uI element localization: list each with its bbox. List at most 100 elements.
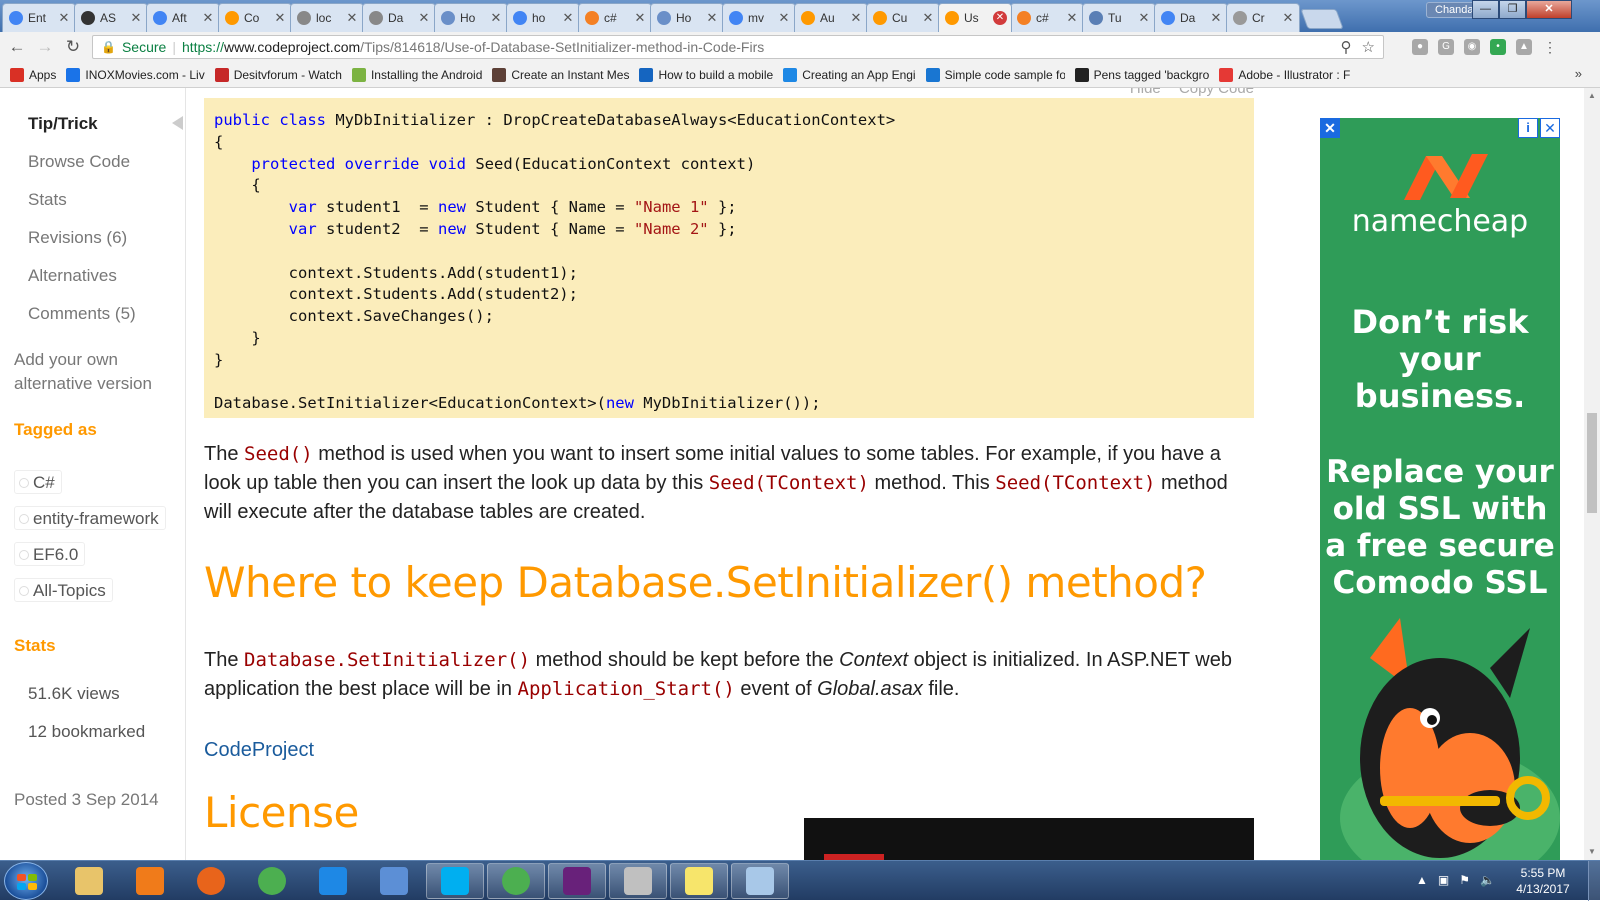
close-tab-icon[interactable]: ✕ <box>201 10 215 26</box>
tag-ef6[interactable]: EF6.0 <box>14 542 86 566</box>
close-tab-icon[interactable]: ✕ <box>273 10 287 26</box>
taskbar-clock[interactable]: 5:55 PM 4/13/2017 <box>1508 865 1578 897</box>
scroll-down-icon[interactable]: ▼ <box>1584 844 1600 860</box>
browser-tab[interactable]: Cr ✕ <box>1226 3 1300 32</box>
new-tab-button[interactable] <box>1300 9 1344 29</box>
browser-tab[interactable]: ho ✕ <box>506 3 580 32</box>
browser-tab[interactable]: Aft ✕ <box>146 3 220 32</box>
tag-csharp[interactable]: C# <box>14 470 62 494</box>
close-tab-icon[interactable]: ✕ <box>489 10 503 26</box>
taskbar-app-button[interactable] <box>487 863 545 899</box>
close-tab-icon[interactable]: ✕ <box>417 10 431 26</box>
browser-tab[interactable]: c# ✕ <box>1010 3 1084 32</box>
browser-tab[interactable]: Cu ✕ <box>866 3 940 32</box>
bookmark-item[interactable]: Pens tagged 'backgro <box>1074 67 1209 82</box>
banner-ad[interactable] <box>804 818 1254 860</box>
zoom-icon[interactable]: ⚲ <box>1341 38 1352 56</box>
volume-tray-icon[interactable]: 🔈 <box>1480 873 1495 887</box>
tag-entity-framework[interactable]: entity-framework <box>14 506 166 530</box>
add-alternative-link[interactable]: Add your own alternative version <box>14 348 182 396</box>
sidebar-ad[interactable]: ✕ i ✕ namecheap Don’t risk your business… <box>1320 118 1560 860</box>
taskbar-app-button[interactable] <box>365 863 423 899</box>
ad-close-icon[interactable]: ✕ <box>1320 118 1340 138</box>
browser-tab[interactable]: Ho ✕ <box>434 3 508 32</box>
browser-tab[interactable]: Co ✕ <box>218 3 292 32</box>
tag-all-topics[interactable]: All-Topics <box>14 578 113 602</box>
network-tray-icon[interactable]: ▣ <box>1438 873 1449 887</box>
browser-tab[interactable]: loc ✕ <box>290 3 364 32</box>
close-tab-icon[interactable]: ✕ <box>1137 10 1151 26</box>
codeproject-link[interactable]: CodeProject <box>204 739 314 762</box>
maximize-button[interactable]: ❐ <box>1499 0 1526 19</box>
browser-tab[interactable]: AS ✕ <box>74 3 148 32</box>
g-extension-icon[interactable]: G <box>1438 39 1454 55</box>
bookmark-item[interactable]: How to build a mobile <box>639 67 773 82</box>
bookmark-item[interactable]: Create an Instant Mes <box>492 67 629 82</box>
browser-tab[interactable]: Ho ✕ <box>650 3 724 32</box>
puzzle-extension-icon[interactable]: ▲ <box>1516 39 1532 55</box>
taskbar-app-button[interactable] <box>670 863 728 899</box>
sidebar-item-tip[interactable]: Tip/Trick <box>28 114 98 134</box>
taskbar-app-button[interactable] <box>182 863 240 899</box>
browser-tab[interactable]: Us ✕ <box>938 3 1012 32</box>
address-bar[interactable]: 🔒 Secure | https://www.codeproject.com/T… <box>92 35 1384 59</box>
sidebar-item-revisions[interactable]: Revisions (6) <box>28 228 127 248</box>
bookmark-item[interactable]: Installing the Android <box>351 67 482 82</box>
hangouts-extension-icon[interactable]: • <box>1490 39 1506 55</box>
close-tab-icon[interactable]: ✕ <box>993 11 1007 25</box>
globe-extension-icon[interactable]: ● <box>1412 39 1428 55</box>
close-tab-icon[interactable]: ✕ <box>777 10 791 26</box>
taskbar-app-button[interactable] <box>426 863 484 899</box>
browser-tab[interactable]: mv ✕ <box>722 3 796 32</box>
close-tab-icon[interactable]: ✕ <box>345 10 359 26</box>
browser-tab[interactable]: Tu ✕ <box>1082 3 1156 32</box>
bookmark-item[interactable]: INOXMovies.com - Liv <box>66 67 205 82</box>
hide-code-link[interactable]: Hide <box>1130 88 1161 97</box>
taskbar-app-button[interactable] <box>548 863 606 899</box>
taskbar-app-button[interactable] <box>243 863 301 899</box>
taskbar-app-button[interactable] <box>609 863 667 899</box>
browser-tab[interactable]: Da ✕ <box>362 3 436 32</box>
ad-info-icon[interactable]: i <box>1518 118 1538 138</box>
browser-tab[interactable]: Da ✕ <box>1154 3 1228 32</box>
close-tab-icon[interactable]: ✕ <box>57 10 71 26</box>
show-desktop-button[interactable] <box>1588 861 1600 901</box>
copy-code-link[interactable]: Copy Code <box>1179 88 1254 97</box>
collapse-sidebar-icon[interactable] <box>172 116 183 130</box>
bookmark-star-icon[interactable]: ☆ <box>1362 38 1375 56</box>
close-tab-icon[interactable]: ✕ <box>561 10 575 26</box>
menu-icon[interactable]: ⋮ <box>1542 39 1558 55</box>
close-tab-icon[interactable]: ✕ <box>1065 10 1079 26</box>
close-tab-icon[interactable]: ✕ <box>921 10 935 26</box>
flag-tray-icon[interactable]: ⚑ <box>1459 873 1470 887</box>
bookmark-item[interactable]: Desitvforum - Watch <box>214 67 342 82</box>
bookmark-item[interactable]: Simple code sample fo <box>925 67 1065 82</box>
camera-extension-icon[interactable]: ◉ <box>1464 39 1480 55</box>
taskbar-app-button[interactable] <box>731 863 789 899</box>
bookmarks-overflow-icon[interactable]: » <box>1575 66 1582 81</box>
scroll-up-icon[interactable]: ▲ <box>1584 88 1600 104</box>
bookmark-item[interactable]: Creating an App Engi <box>783 67 916 82</box>
close-window-button[interactable]: ✕ <box>1526 0 1572 19</box>
browser-tab[interactable]: c# ✕ <box>578 3 652 32</box>
taskbar-app-button[interactable] <box>304 863 362 899</box>
sidebar-item-alternatives[interactable]: Alternatives <box>28 266 117 286</box>
close-tab-icon[interactable]: ✕ <box>705 10 719 26</box>
start-button[interactable] <box>4 862 48 900</box>
browser-tab[interactable]: Au ✕ <box>794 3 868 32</box>
sidebar-item-browse-code[interactable]: Browse Code <box>28 152 130 172</box>
close-tab-icon[interactable]: ✕ <box>849 10 863 26</box>
close-tab-icon[interactable]: ✕ <box>1209 10 1223 26</box>
close-tab-icon[interactable]: ✕ <box>1281 10 1295 26</box>
reload-button[interactable]: ↻ <box>62 37 84 57</box>
sidebar-item-comments[interactable]: Comments (5) <box>28 304 136 324</box>
sidebar-item-stats[interactable]: Stats <box>28 190 67 210</box>
forward-button[interactable]: → <box>34 37 56 57</box>
minimize-button[interactable]: — <box>1472 0 1499 19</box>
scrollbar-thumb[interactable] <box>1587 413 1597 513</box>
taskbar-app-button[interactable] <box>60 863 118 899</box>
page-scrollbar[interactable]: ▲ ▼ <box>1584 88 1600 860</box>
browser-tab[interactable]: Ent ✕ <box>2 3 76 32</box>
back-button[interactable]: ← <box>6 37 28 57</box>
bookmark-item[interactable]: Adobe - Illustrator : F <box>1219 67 1350 82</box>
